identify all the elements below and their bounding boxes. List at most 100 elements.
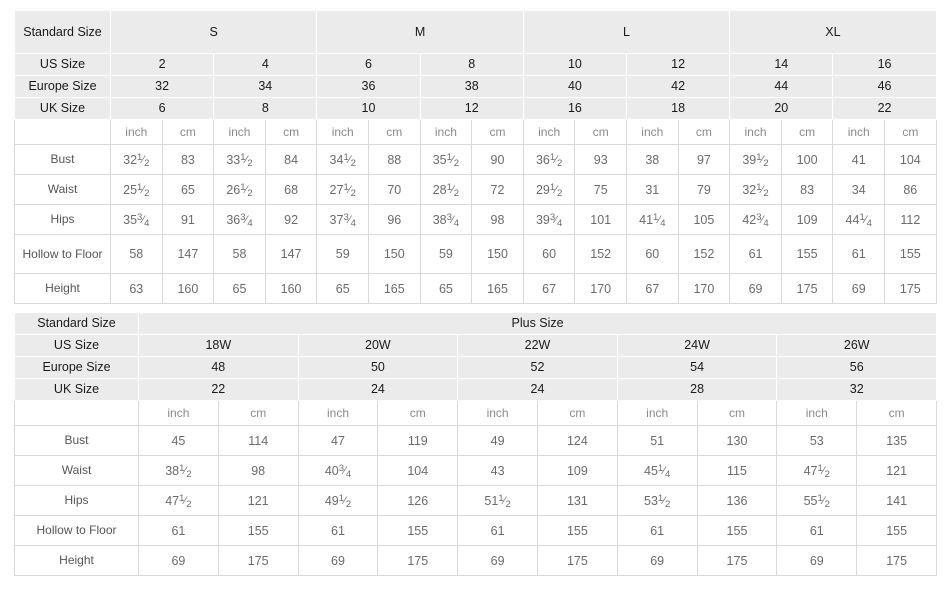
measure-value: 170: [574, 273, 628, 304]
measure-value: 69: [616, 545, 698, 576]
measure-value: 393⁄4: [522, 204, 576, 235]
size-value: 48: [138, 356, 299, 379]
measure-value: 341⁄2: [316, 144, 369, 175]
measure-value: 121: [217, 485, 299, 516]
size-value: 22W: [457, 334, 618, 357]
measure-value: 119: [377, 425, 459, 456]
fraction: 1⁄2: [240, 151, 253, 169]
measure-value: 69: [297, 545, 379, 576]
measure-value: 271⁄2: [316, 174, 369, 205]
size-system-row: Europe Size 32 34 36 38 40 42 44 46: [14, 75, 937, 98]
fraction: 1⁄4: [859, 211, 872, 229]
fraction: 1⁄2: [817, 492, 830, 510]
measure-value: 511⁄2: [457, 485, 538, 516]
size-value: 8: [419, 53, 524, 76]
unit-label-cm: cm: [264, 119, 318, 145]
fraction: 3⁄4: [446, 211, 460, 229]
fraction: 1⁄2: [549, 151, 563, 169]
unit-label-inch: inch: [138, 400, 219, 426]
measure-label-height: Height: [14, 545, 139, 576]
measure-value: 155: [536, 515, 618, 546]
measure-value: 84: [264, 144, 318, 175]
measure-value: 471⁄2: [776, 455, 858, 486]
measure-value: 165: [471, 273, 524, 304]
size-system-row: UK Size 22 24 24 28 32: [14, 378, 938, 401]
measure-label-height: Height: [14, 273, 111, 304]
measure-value: 491⁄2: [297, 485, 379, 516]
unit-label-cm: cm: [377, 400, 459, 426]
measure-value: 98: [217, 455, 299, 486]
fraction: 1⁄2: [549, 181, 563, 199]
size-value: 24W: [616, 334, 778, 357]
measure-value: 31: [626, 174, 679, 205]
measure-value: 291⁄2: [522, 174, 576, 205]
row-label-europe-size: Europe Size: [14, 356, 139, 379]
unit-label-inch: inch: [297, 400, 379, 426]
fraction: 1⁄4: [653, 211, 666, 229]
measure-value: 411⁄4: [626, 204, 679, 235]
size-value: 52: [457, 356, 618, 379]
unit-label-cm: cm: [696, 400, 778, 426]
measure-value: 91: [161, 204, 215, 235]
measure-value: 152: [677, 234, 731, 274]
fraction: 3⁄4: [137, 211, 150, 229]
size-value: 54: [616, 356, 778, 379]
measure-value: 68: [264, 174, 318, 205]
size-chart-page: Standard Size S M L XL US Size 2 4 6 8 10 12 14 16 Eur…: [0, 0, 952, 599]
size-system-row: UK Size 6 8 10 12 16 18 20 22: [14, 97, 937, 120]
measure-value: 65: [316, 273, 369, 304]
measure-value: 121: [856, 455, 938, 486]
measure-label-bust: Bust: [14, 144, 111, 175]
plus-size-header-row: Standard Size Plus Size: [14, 312, 938, 335]
standard-size-corner-label: Standard Size: [14, 10, 111, 54]
unit-label-cm: cm: [161, 119, 215, 145]
unit-label-inch: inch: [110, 119, 163, 145]
size-value: 22: [832, 97, 937, 120]
row-label-uk-size: UK Size: [14, 97, 111, 120]
measure-value: 155: [217, 515, 299, 546]
measure-value: 61: [616, 515, 698, 546]
measure-value: 152: [574, 234, 628, 274]
measure-value: 403⁄4: [297, 455, 379, 486]
unit-label-cm: cm: [536, 400, 618, 426]
measure-value: 47: [297, 425, 379, 456]
unit-label-cm: cm: [574, 119, 628, 145]
measure-value: 175: [696, 545, 778, 576]
fraction: 1⁄2: [817, 462, 830, 480]
fraction: 1⁄2: [756, 151, 769, 169]
row-label-us-size: US Size: [14, 53, 111, 76]
measure-value: 75: [574, 174, 628, 205]
unit-row-corner: [14, 119, 111, 145]
size-value: 24: [457, 378, 618, 401]
fraction: 1⁄2: [338, 492, 352, 510]
measure-label-bust: Bust: [14, 425, 139, 456]
size-value: 40: [522, 75, 628, 98]
measure-value: 90: [471, 144, 524, 175]
measure-value: 141: [856, 485, 938, 516]
measure-value: 93: [574, 144, 628, 175]
row-label-uk-size: UK Size: [14, 378, 139, 401]
unit-label-cm: cm: [217, 400, 299, 426]
measure-value: 261⁄2: [213, 174, 266, 205]
size-value: 20: [729, 97, 834, 120]
measure-value: 175: [217, 545, 299, 576]
unit-label-cm: cm: [780, 119, 834, 145]
measure-value: 147: [161, 234, 215, 274]
size-value: 46: [832, 75, 937, 98]
size-value: 6: [316, 53, 421, 76]
measure-value: 155: [856, 515, 938, 546]
table-row: Hips 471⁄2 121 491⁄2 126 511⁄2 131 531⁄2 136 551⁄…: [14, 485, 938, 516]
size-value: 12: [419, 97, 524, 120]
fraction: 1⁄4: [657, 462, 671, 480]
measure-value: 63: [110, 273, 163, 304]
fraction: 1⁄2: [756, 181, 769, 199]
measure-value: 65: [161, 174, 215, 205]
size-system-row: US Size 2 4 6 8 10 12 14 16: [14, 53, 937, 76]
measure-value: 83: [161, 144, 215, 175]
measure-value: 381⁄2: [138, 455, 219, 486]
measure-value: 321⁄2: [729, 174, 782, 205]
measure-value: 61: [297, 515, 379, 546]
size-value: 14: [729, 53, 834, 76]
unit-label-inch: inch: [457, 400, 538, 426]
plus-size-table: Standard Size Plus Size US Size 18W 20W 22W 24…: [14, 312, 938, 576]
